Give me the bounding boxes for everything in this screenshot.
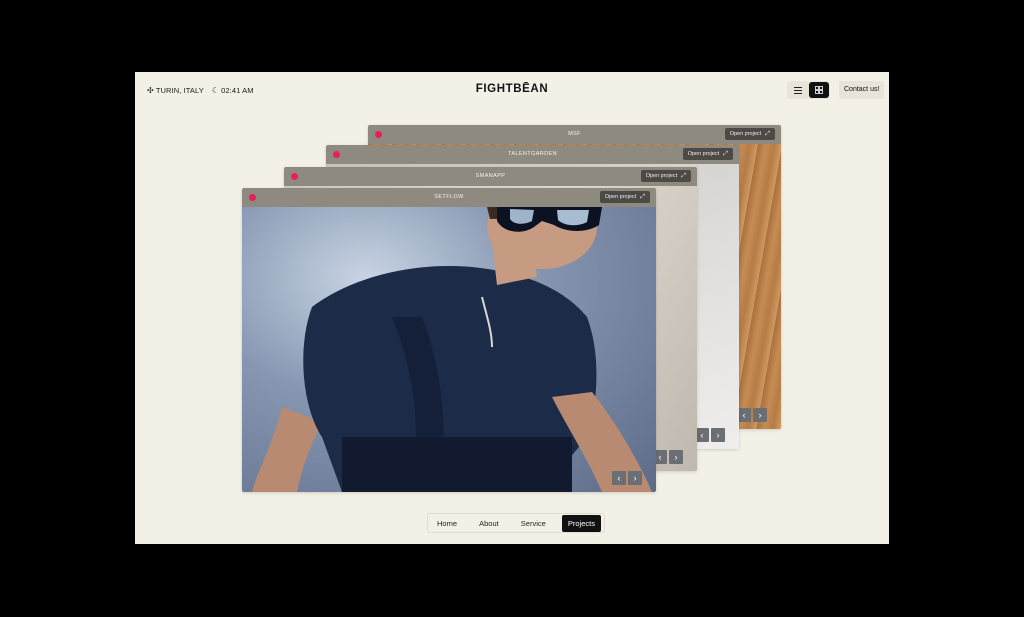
card-title: SETFLOW — [434, 194, 464, 200]
card-titlebar: TALENTGARDEN Open project ⤢ — [326, 145, 739, 164]
open-project-button[interactable]: Open project ⤢ — [724, 128, 775, 140]
list-view-button[interactable] — [788, 82, 808, 98]
model-photo-illustration — [252, 207, 652, 492]
chevron-left-icon[interactable]: ‹ — [612, 471, 626, 485]
chevron-right-icon[interactable]: › — [753, 408, 767, 422]
chevron-right-icon[interactable]: › — [628, 471, 642, 485]
chevron-right-icon[interactable]: › — [669, 450, 683, 464]
open-project-button[interactable]: Open project ⤢ — [682, 148, 733, 160]
contact-button[interactable]: Contact us! — [839, 81, 885, 99]
chevron-left-icon[interactable]: ‹ — [695, 428, 709, 442]
card-image — [242, 207, 656, 492]
expand-icon: ⤢ — [723, 151, 728, 157]
card-pager: ‹ › — [737, 408, 767, 422]
expand-icon: ⤢ — [681, 173, 686, 179]
view-toggle — [787, 81, 830, 99]
chevron-right-icon[interactable]: › — [711, 428, 725, 442]
card-pager: ‹ › — [653, 450, 683, 464]
card-title: MSF — [568, 131, 581, 137]
nav-item-projects[interactable]: Projects — [561, 514, 601, 532]
open-project-button[interactable]: Open project ⤢ — [599, 191, 650, 203]
grid-view-button[interactable] — [809, 82, 829, 98]
grid-icon — [815, 86, 823, 94]
card-pager: ‹ › — [695, 428, 725, 442]
project-card-setflow[interactable]: SETFLOW Open project ⤢ ‹ › — [242, 188, 656, 492]
card-titlebar: MSF Open project ⤢ — [368, 125, 781, 144]
brand-logo[interactable]: FIGHTBĒAN — [135, 83, 889, 95]
nav-item-about[interactable]: About — [473, 515, 505, 532]
card-titlebar: SETFLOW Open project ⤢ — [242, 188, 656, 207]
open-project-button[interactable]: Open project ⤢ — [640, 170, 691, 182]
chevron-left-icon[interactable]: ‹ — [737, 408, 751, 422]
app-frame: ✣ TURIN, ITALY ☾ 02:41 AM FIGHTBĒAN Contac… — [135, 72, 889, 544]
bottom-nav: Home About Service Projects — [427, 513, 605, 533]
nav-item-home[interactable]: Home — [431, 515, 463, 532]
expand-icon: ⤢ — [640, 194, 645, 200]
expand-icon: ⤢ — [765, 131, 770, 137]
list-icon — [794, 86, 802, 94]
card-title: TALENTGARDEN — [507, 151, 557, 157]
card-pager: ‹ › — [612, 471, 642, 485]
card-titlebar: SMANAPP Open project ⤢ — [284, 167, 697, 186]
card-title: SMANAPP — [475, 173, 506, 179]
nav-item-service[interactable]: Service — [515, 515, 552, 532]
